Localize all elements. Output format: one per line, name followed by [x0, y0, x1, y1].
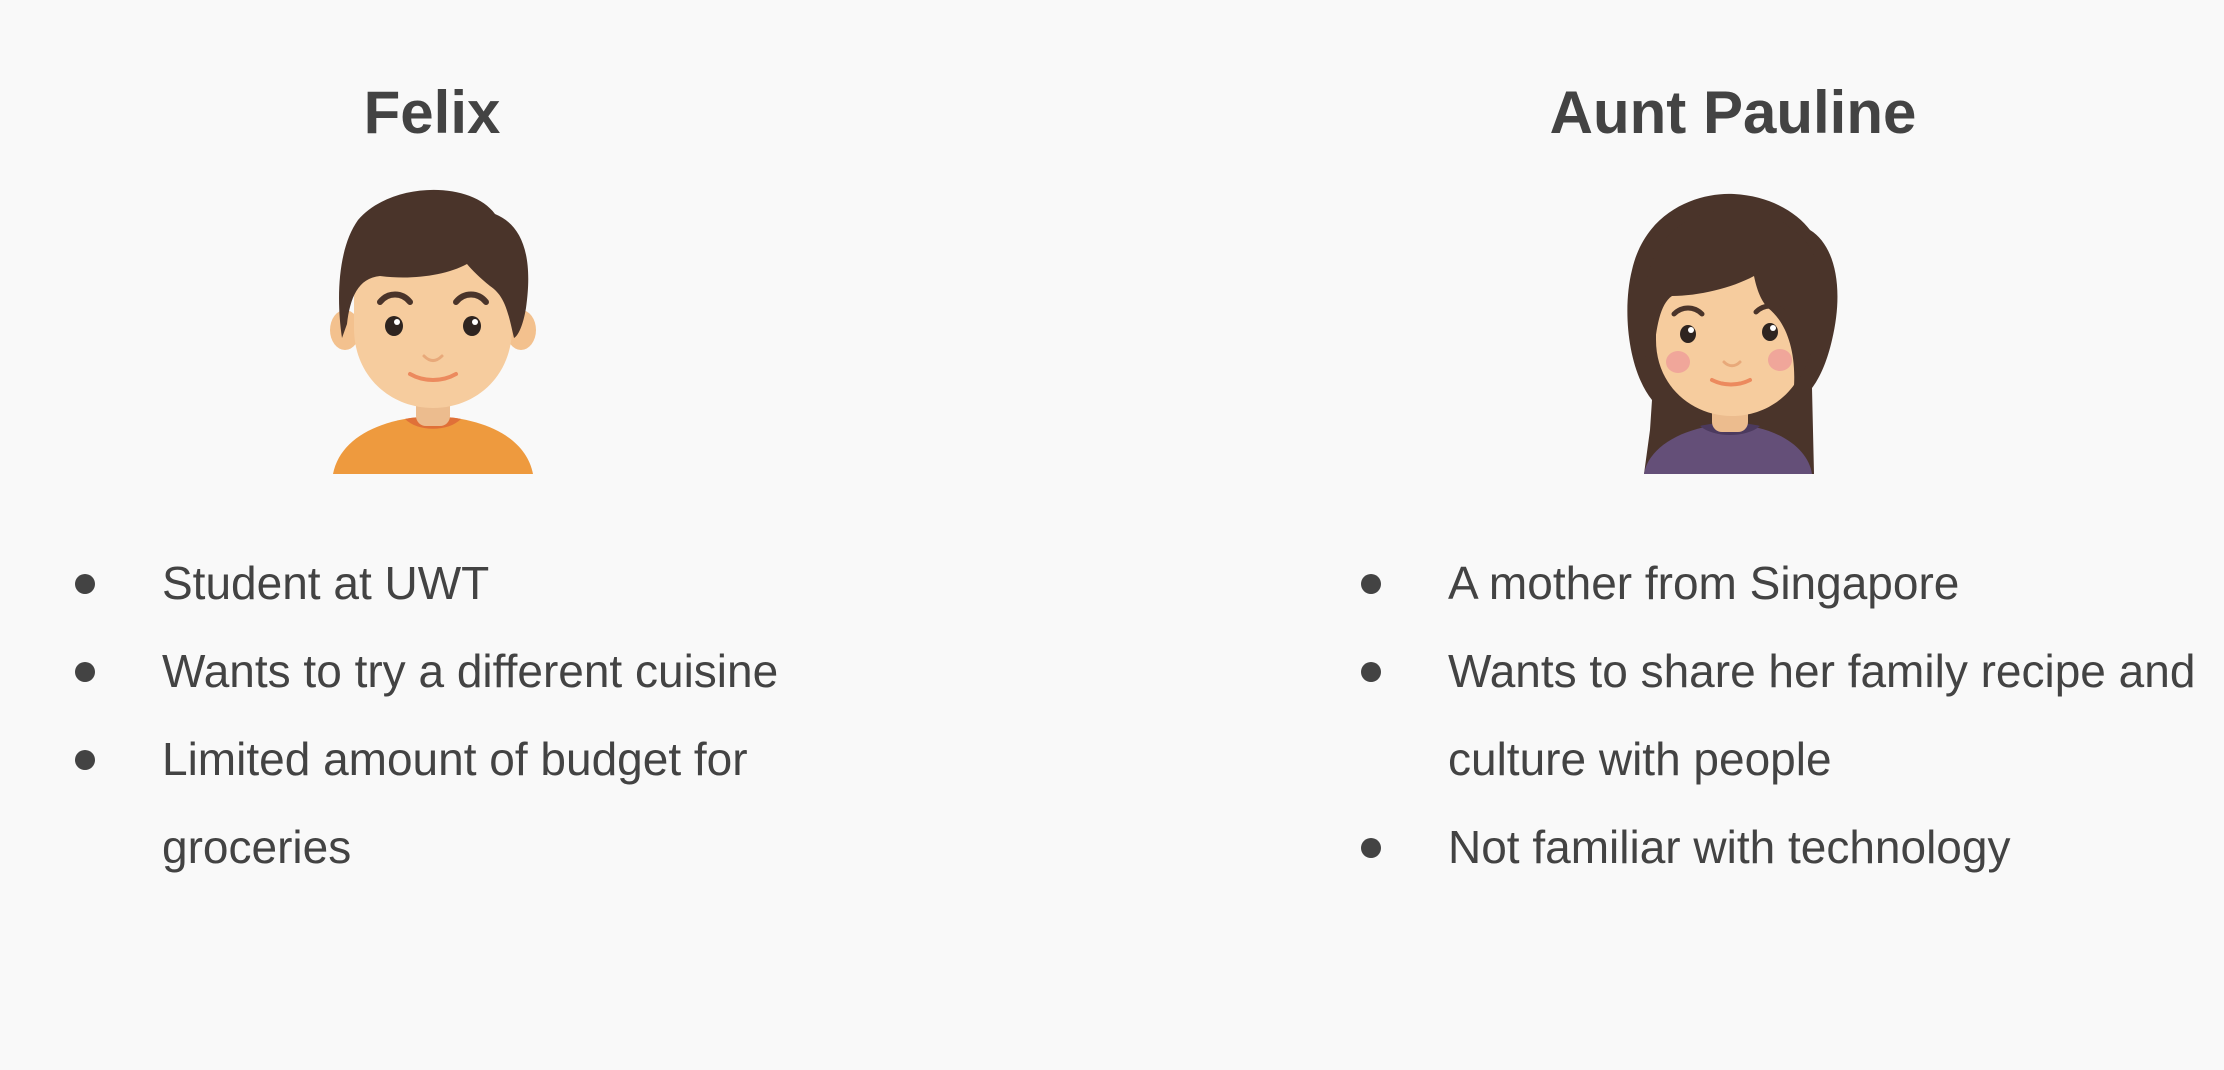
persona-name-aunt-pauline: Aunt Pauline	[1549, 79, 1917, 146]
bullet-icon	[75, 750, 95, 770]
bullet-text: A mother from Singapore	[1448, 557, 1960, 609]
bullet-text: Student at UWT	[162, 557, 490, 609]
list-item: Limited amount of budget for groceries	[70, 715, 802, 891]
bullet-text: Wants to try a different cuisine	[162, 645, 779, 697]
woman-avatar-icon	[1627, 193, 1838, 474]
bullet-icon	[75, 574, 95, 594]
list-item: A mother from Singapore	[1356, 539, 2216, 627]
persona-name-felix: Felix	[363, 79, 501, 146]
bullet-icon	[75, 662, 95, 682]
bullet-text: Not familiar with technology	[1448, 821, 2011, 873]
felix-bullet-list: Student at UWT Wants to try a different …	[70, 539, 870, 891]
bullet-icon	[1361, 662, 1381, 682]
list-item: Wants to try a different cuisine	[70, 627, 870, 715]
bullet-icon	[1361, 574, 1381, 594]
boy-avatar-icon	[330, 189, 536, 474]
list-item: Student at UWT	[70, 539, 870, 627]
bullet-icon	[1361, 838, 1381, 858]
pauline-bullet-list: A mother from Singapore Wants to share h…	[1356, 539, 2216, 891]
bullet-text: Wants to share her family recipe and cul…	[1448, 645, 2196, 785]
bullet-text: Limited amount of budget for groceries	[162, 733, 748, 873]
list-item: Not familiar with technology	[1356, 803, 2216, 891]
list-item: Wants to share her family recipe and cul…	[1356, 627, 2208, 803]
